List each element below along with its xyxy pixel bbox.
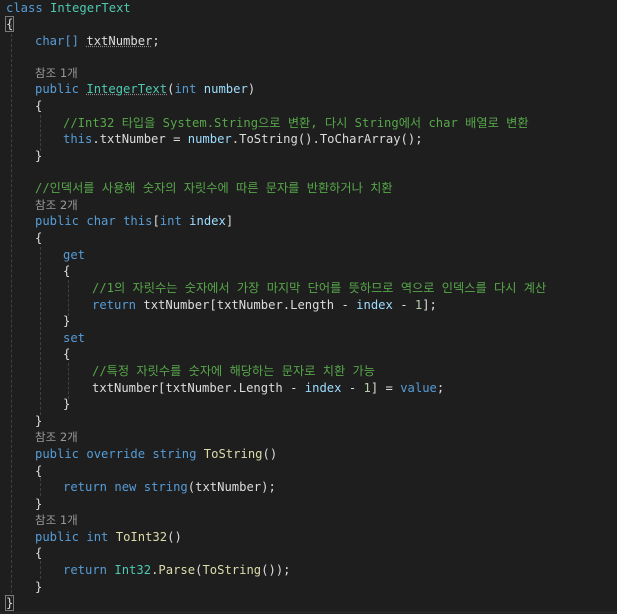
code-line-brace[interactable]: } <box>35 579 42 595</box>
variable: index <box>356 298 393 312</box>
code-editor[interactable]: class IntegerText { char[] txtNumber; 참조… <box>0 0 617 614</box>
code-line-constructor[interactable]: public IntegerText(int number) <box>35 81 255 97</box>
indent-guide <box>11 24 12 598</box>
codelens-references[interactable]: 참조 2개 <box>35 429 78 445</box>
keyword: char <box>86 214 116 228</box>
indent-guide <box>40 247 41 415</box>
param-type: int <box>174 82 197 96</box>
code-text: ] = <box>370 381 401 395</box>
indent-guide <box>40 561 41 579</box>
paren: ) <box>247 82 256 96</box>
param-name: number <box>203 82 248 96</box>
get-accessor[interactable]: get <box>63 247 85 263</box>
code-line-return[interactable]: return Int32.Parse(ToString()); <box>63 562 291 578</box>
method-name: ToString <box>202 563 262 577</box>
code-line-class-header[interactable]: class IntegerText <box>6 0 131 16</box>
code-text: .txtNumber = <box>92 132 188 146</box>
code-text: (txtNumber); <box>187 480 276 494</box>
keyword: override <box>86 447 146 461</box>
keyword: return <box>63 563 108 577</box>
bracket: [ <box>152 214 160 228</box>
keyword: this <box>123 214 153 228</box>
keyword: public <box>35 82 80 96</box>
code-text: txtNumber[txtNumber.Length - <box>143 298 357 312</box>
indent-guide <box>40 478 41 496</box>
code-line-return[interactable]: return txtNumber[txtNumber.Length - inde… <box>92 297 437 313</box>
brace-highlight: } <box>4 595 15 611</box>
keyword: return <box>63 480 108 494</box>
code-text: txtNumber[txtNumber.Length - <box>92 381 305 395</box>
codelens-references[interactable]: 참조 1개 <box>35 65 78 81</box>
code-comment[interactable]: //특정 자릿수를 숫자에 해당하는 문자로 치환 가능 <box>92 363 375 379</box>
code-text: - <box>341 381 364 395</box>
param-type: int <box>159 214 182 228</box>
keyword: int <box>86 530 109 544</box>
indent-guide <box>40 115 41 151</box>
indent-guide <box>68 280 69 316</box>
brace-highlight: { <box>4 16 15 32</box>
code-line-brace[interactable]: } <box>63 396 70 412</box>
code-line-brace[interactable]: } <box>35 413 42 429</box>
code-line-class-open-brace[interactable]: { <box>4 16 15 32</box>
code-text: ]; <box>422 298 437 312</box>
variable: number <box>187 132 232 146</box>
code-line-brace[interactable]: { <box>35 545 42 561</box>
field-name: txtNumber <box>86 34 153 48</box>
code-comment[interactable]: //1의 자릿수는 숫자에서 가장 마지막 단어를 뜻하므로 역으로 인덱스를 … <box>92 280 546 296</box>
type-name: Int32 <box>114 563 152 577</box>
code-line-return[interactable]: return new string(txtNumber); <box>63 479 276 495</box>
keyword: string <box>152 447 197 461</box>
keyword: string <box>143 480 188 494</box>
number-literal: 1 <box>363 381 371 395</box>
keyword: class <box>6 1 43 15</box>
semicolon: ; <box>152 34 160 48</box>
code-text: - <box>392 298 415 312</box>
set-accessor[interactable]: set <box>63 330 85 346</box>
code-line-assignment[interactable]: txtNumber[txtNumber.Length - index - 1] … <box>92 380 444 396</box>
code-line-tostring[interactable]: public override string ToString() <box>35 446 277 462</box>
variable: index <box>304 381 342 395</box>
code-line-brace[interactable]: { <box>63 346 70 362</box>
code-comment[interactable]: //Int32 타입을 System.String으로 변환, 다시 Strin… <box>63 115 529 131</box>
method-name: ToInt32 <box>115 530 168 544</box>
code-line-brace[interactable]: } <box>63 313 70 329</box>
keyword: return <box>92 298 137 312</box>
code-line-brace[interactable]: { <box>35 463 42 479</box>
keyword: public <box>35 530 80 544</box>
code-line-brace[interactable]: } <box>35 496 42 512</box>
code-text: .ToString().ToCharArray(); <box>231 132 423 146</box>
code-line-toint32[interactable]: public int ToInt32() <box>35 529 182 545</box>
code-line-field[interactable]: char[] txtNumber; <box>35 33 160 49</box>
param-name: index <box>189 214 226 228</box>
code-line-indexer[interactable]: public char this[int index] <box>35 213 233 229</box>
code-line-statement[interactable]: this.txtNumber = number.ToString().ToCha… <box>63 131 423 147</box>
keyword: this <box>63 132 93 146</box>
constructor-name: IntegerText <box>86 82 168 96</box>
class-name: IntegerText <box>50 1 131 15</box>
field-type: char[] <box>35 34 80 48</box>
parens: () <box>167 530 182 544</box>
code-line-brace[interactable]: { <box>35 230 42 246</box>
parens: () <box>262 447 278 461</box>
codelens-references[interactable]: 참조 1개 <box>35 512 78 528</box>
code-line-class-close-brace[interactable]: } <box>4 595 15 611</box>
code-line-brace[interactable]: { <box>35 98 42 114</box>
code-line-brace[interactable]: { <box>63 263 70 279</box>
keyword: public <box>35 214 80 228</box>
bracket: ] <box>225 214 234 228</box>
keyword: value <box>400 381 437 395</box>
code-text: ; <box>436 381 445 395</box>
code-comment[interactable]: //인덱서를 사용해 숫자의 자릿수에 따른 문자를 반환하거나 치환 <box>35 180 393 196</box>
method-name: ToString <box>203 447 263 461</box>
method-name: Parse <box>158 563 196 577</box>
indent-guide <box>68 363 69 399</box>
keyword: new <box>114 480 137 494</box>
code-line-brace[interactable]: } <box>35 148 42 164</box>
code-text: ()); <box>261 563 291 577</box>
keyword: public <box>35 447 80 461</box>
codelens-references[interactable]: 참조 2개 <box>35 197 78 213</box>
